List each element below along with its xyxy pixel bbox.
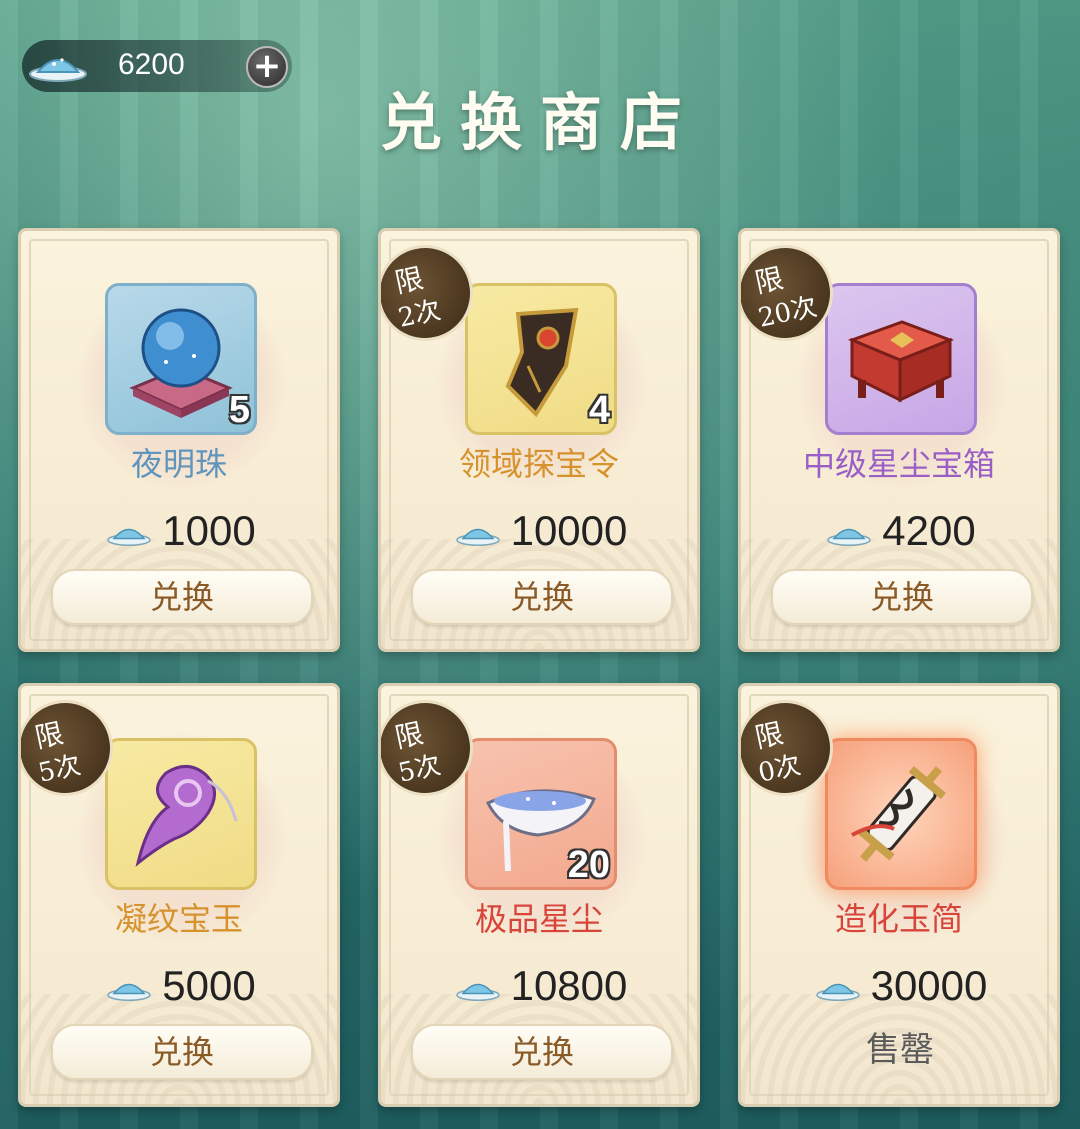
stardust-currency-icon [455,983,500,1001]
item-name: 中级星尘宝箱 [802,445,995,483]
jade-icon [135,765,238,867]
price-value: 30000 [870,962,988,1009]
price-value: 1000 [162,507,256,554]
stardust-currency-icon [107,983,152,1001]
item-name: 凝纹宝玉 [114,900,243,938]
exchange-button[interactable]: 兑换 [51,1024,313,1080]
item-price: 1000 [21,507,337,555]
stardust-currency-icon [815,983,860,1001]
exchange-button[interactable]: 兑换 [51,569,313,625]
item-frame[interactable]: 4 [465,283,617,435]
exchange-button[interactable]: 兑换 [411,1024,673,1080]
shop-item-card: 限 5次 凝纹宝玉 5000 兑换 [18,683,340,1107]
item-name: 极品星尘 [474,900,603,938]
item-frame[interactable] [825,283,977,435]
item-price: 10800 [381,962,697,1010]
item-count: 5 [228,389,250,431]
stardust-currency-icon [107,528,152,546]
sold-out-label: 售罄 [866,1030,934,1070]
price-value: 4200 [882,507,976,554]
shop-item-card: 4 限 2次 领域探宝令 10000 兑换 [378,228,700,652]
price-value: 10800 [510,962,628,1009]
item-count: 20 [567,844,610,886]
item-name: 夜明珠 [130,445,227,483]
item-price: 30000 [741,962,1057,1010]
stardust-currency-icon [827,528,872,546]
item-frame[interactable]: 20 [465,738,617,890]
treasure-token-icon [505,307,579,418]
shop-item-card: 限 20次 中级星尘宝箱 4200 兑换 [738,228,1060,652]
page-title: 兑换商店 [379,86,700,159]
price-value: 10000 [510,507,628,554]
price-value: 5000 [162,962,256,1009]
item-name: 领域探宝令 [458,445,619,483]
item-price: 4200 [741,507,1057,555]
exchange-button[interactable]: 兑换 [771,569,1033,625]
treasure-chest-icon [847,320,955,403]
item-price: 10000 [381,507,697,555]
stardust-currency-icon [455,528,500,546]
jade-scroll-icon [851,766,947,862]
item-price: 5000 [21,962,337,1010]
item-frame[interactable]: 5 [105,283,257,435]
item-name: 造化玉简 [834,900,963,938]
shop-item-card: 5 夜明珠 1000 兑换 [18,228,340,652]
glowing-pearl-icon [129,308,233,418]
item-count: 4 [588,389,610,431]
exchange-button[interactable]: 兑换 [411,569,673,625]
item-frame[interactable] [105,738,257,890]
shop-item-card: 限 0次 造化玉简 30000 售罄 [738,683,1060,1107]
item-frame[interactable] [825,738,977,890]
shop-item-card: 20 限 5次 极品星尘 10800 兑换 [378,683,700,1107]
